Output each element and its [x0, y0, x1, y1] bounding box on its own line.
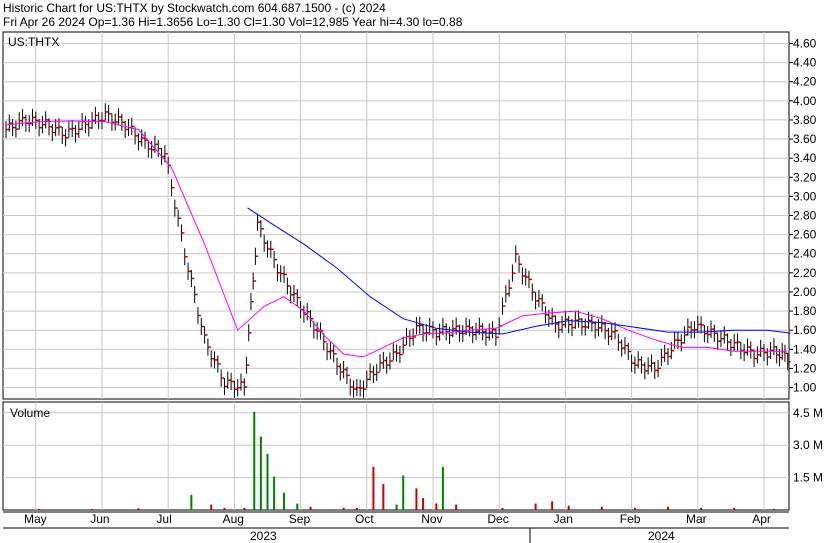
price-tick-label: 3.20: [793, 170, 817, 184]
price-tick-label: 1.60: [793, 323, 817, 337]
month-label: May: [24, 512, 47, 526]
price-tick-label: 3.60: [793, 132, 817, 146]
month-label: Jun: [90, 512, 109, 526]
month-label: Aug: [223, 512, 244, 526]
stock-chart: 1.00 1.20 1.40 1.60 1.80 2.00 2.20 2.40 2.60 2.80…: [2, 31, 823, 543]
price-tick-label: 3.80: [793, 113, 817, 127]
volume-panel: [2, 401, 790, 511]
price-tick-label: 3.00: [793, 189, 817, 203]
price-tick-label: 4.20: [793, 75, 817, 89]
price-tick-label: 2.40: [793, 247, 817, 261]
price-tick-label: 3.40: [793, 151, 817, 165]
price-tick-label: 2.60: [793, 228, 817, 242]
price-tick-label: 1.20: [793, 361, 817, 375]
month-label: Feb: [620, 512, 641, 526]
month-label: Apr: [752, 512, 771, 526]
price-tick-label: 4.60: [793, 36, 817, 50]
volume-panel-title: Volume: [10, 406, 50, 420]
price-tick-label: 2.00: [793, 285, 817, 299]
month-label: Jan: [554, 512, 573, 526]
month-label: Jul: [156, 512, 171, 526]
price-panel-title: US:THTX: [8, 35, 59, 49]
month-label: Dec: [487, 512, 508, 526]
price-tick-label: 4.40: [793, 56, 817, 70]
price-tick-label: 4.00: [793, 94, 817, 108]
year-label: 2023: [250, 529, 277, 543]
volume-tick-label: 1.5 M: [793, 471, 823, 485]
price-tick-label: 2.80: [793, 209, 817, 223]
price-tick-label: 2.20: [793, 266, 817, 280]
price-tick-label: 1.00: [793, 381, 817, 395]
month-label: Nov: [421, 512, 442, 526]
year-label: 2024: [648, 529, 675, 543]
month-label: Mar: [686, 512, 707, 526]
price-tick-label: 1.40: [793, 342, 817, 356]
month-label: Sep: [289, 512, 311, 526]
price-tick-label: 1.80: [793, 304, 817, 318]
volume-tick-label: 4.5 M: [793, 406, 823, 420]
volume-tick-label: 3.0 M: [793, 438, 823, 452]
month-label: Oct: [355, 512, 374, 526]
